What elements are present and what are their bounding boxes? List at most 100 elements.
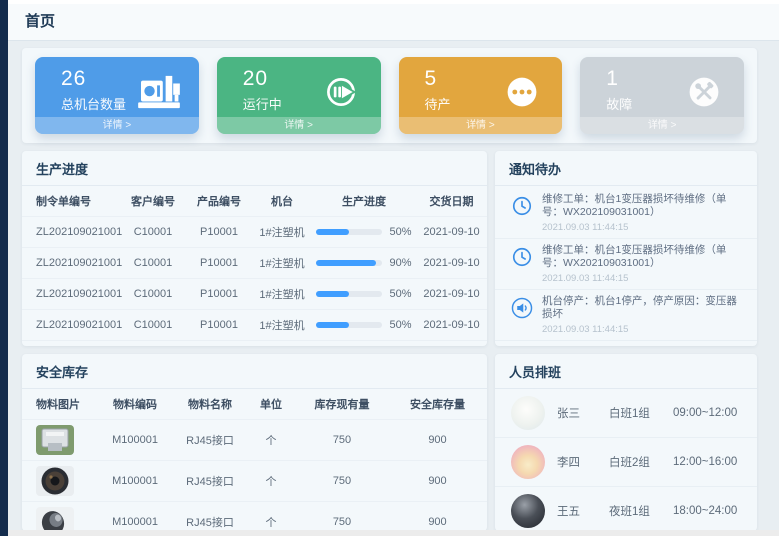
production-panel-title: 生产进度	[22, 151, 487, 186]
staff-shift: 白班2组	[609, 454, 673, 470]
production-progress-panel: 生产进度 制令单编号 客户编号 产品编号 机台 生产进度 交货日期	[22, 151, 487, 346]
staff-list: 张三 白班1组 09:00~12:00 李四 白班2组 12:00~16:00 …	[495, 389, 757, 530]
column-header: 单位	[246, 389, 296, 420]
column-header: 生产进度	[312, 186, 416, 217]
delivery-date: 2021-09-10	[416, 217, 487, 248]
sidebar-edge-strip[interactable]	[0, 0, 8, 536]
staff-shift: 白班1组	[609, 405, 673, 421]
material-code: M100001	[96, 502, 174, 531]
stock-row: M100001 RJ45接口 个 750 900	[22, 420, 487, 461]
staff-schedule-panel: 人员排班 张三 白班1组 09:00~12:00 李四 白班2组 12:00~1…	[495, 354, 757, 530]
stat-card-2[interactable]: 5 待产 详情 >	[399, 57, 563, 134]
dashboard-screen: 首页 26 总机台数量 详情 > 20 运行中 详情 > 5 待产 详情 >	[0, 0, 779, 536]
tab-home[interactable]: 首页	[8, 4, 55, 40]
production-row: ZL202109021001 C10001 P10001 1#注塑机 50% 2…	[22, 341, 487, 347]
notifications-panel-title: 通知待办	[495, 151, 757, 186]
machine-icon	[137, 74, 181, 110]
order-no: ZL202109021001	[22, 279, 120, 310]
staff-name: 张三	[557, 405, 609, 421]
safety-quantity: 900	[388, 502, 487, 531]
column-header: 客户编号	[120, 186, 186, 217]
customer-no: C10001	[120, 310, 186, 341]
staff-panel-title: 人员排班	[495, 354, 757, 389]
details-link[interactable]: 详情 >	[217, 117, 381, 134]
production-table: 制令单编号 客户编号 产品编号 机台 生产进度 交货日期 ZL202109021…	[22, 186, 487, 346]
staff-name: 李四	[557, 454, 609, 470]
details-link[interactable]: 详情 >	[580, 117, 744, 134]
staff-time-range: 09:00~12:00	[673, 407, 743, 419]
material-code: M100001	[96, 461, 174, 502]
material-name: RJ45接口	[174, 502, 246, 531]
staff-shift: 夜班1组	[609, 503, 673, 519]
details-link[interactable]: 详情 >	[35, 117, 199, 134]
speaker-side-image	[36, 507, 74, 530]
delivery-date: 2021-09-10	[416, 279, 487, 310]
staff-row: 李四 白班2组 12:00~16:00	[495, 437, 757, 486]
column-header: 库存现有量	[296, 389, 388, 420]
staff-row: 张三 白班1组 09:00~12:00	[495, 389, 757, 437]
delivery-date: 2021-09-10	[416, 341, 487, 347]
stat-card-1[interactable]: 20 运行中 详情 >	[217, 57, 381, 134]
safety-stock-table: 物料图片 物料编码 物料名称 单位 库存现有量 安全库存量 M100001 RJ…	[22, 389, 487, 530]
column-header: 交货日期	[416, 186, 487, 217]
stat-card-3[interactable]: 1 故障 详情 >	[580, 57, 744, 134]
notification-text: 维修工单：机台1变压器损坏待维修（单号：WX202109031001）	[542, 244, 745, 271]
speaker-front-image	[36, 466, 74, 496]
production-row: ZL202109021001 C10001 P10001 1#注塑机 50% 2…	[22, 310, 487, 341]
customer-no: C10001	[120, 341, 186, 347]
customer-no: C10001	[120, 248, 186, 279]
machine-name: 1#注塑机	[252, 310, 312, 341]
safety-stock-panel: 安全库存 物料图片 物料编码 物料名称 单位 库存现有量 安全库存量	[22, 354, 487, 530]
machine-name: 1#注塑机	[252, 341, 312, 347]
product-no: P10001	[186, 341, 252, 347]
notification-item[interactable]: 维修工单：机台1变压器损坏待维修（单号：WX202109031001） 2021…	[495, 238, 757, 289]
production-row: ZL202109021001 C10001 P10001 1#注塑机 90% 2…	[22, 248, 487, 279]
ellipsis-icon	[500, 74, 544, 110]
staff-name: 王五	[557, 503, 609, 519]
content-area: 26 总机台数量 详情 > 20 运行中 详情 > 5 待产 详情 > 1 故障	[8, 41, 779, 530]
machine-name: 1#注塑机	[252, 217, 312, 248]
material-code: M100001	[96, 420, 174, 461]
order-no: ZL202109021001	[22, 248, 120, 279]
production-row: ZL202109021001 C10001 P10001 1#注塑机 50% 2…	[22, 279, 487, 310]
column-header: 安全库存量	[388, 389, 487, 420]
notifications-panel: 通知待办 维修工单：机台1变压器损坏待维修（单号：WX202109031001）…	[495, 151, 757, 346]
delivery-date: 2021-09-10	[416, 310, 487, 341]
clock-icon	[511, 246, 533, 268]
stock-header-row: 物料图片 物料编码 物料名称 单位 库存现有量 安全库存量	[22, 389, 487, 420]
machine-name: 1#注塑机	[252, 248, 312, 279]
on-hand-quantity: 750	[296, 461, 388, 502]
notification-item[interactable]: 维修工单：机台1变压器损坏待维修（单号：WX202109031001） 2021…	[495, 188, 757, 238]
progress-percent: 50%	[389, 226, 411, 238]
machine-name: 1#注塑机	[252, 279, 312, 310]
notification-text: 维修工单：机台1变压器损坏待维修（单号：WX202109031001）	[542, 193, 745, 220]
clock-icon	[511, 195, 533, 217]
stock-row: M100001 RJ45接口 个 750 900	[22, 461, 487, 502]
safety-quantity: 900	[388, 420, 487, 461]
horizontal-scrollbar-track[interactable]	[8, 530, 779, 536]
notification-timestamp: 2021.09.03 11:44:15	[542, 222, 745, 233]
notification-item[interactable]: 机台停产：机台1停产，停产原因：变压器损坏 2021.09.03 11:44:1…	[495, 289, 757, 340]
order-no: ZL202109021001	[22, 341, 120, 347]
unit: 个	[246, 461, 296, 502]
stat-card-0[interactable]: 26 总机台数量 详情 >	[35, 57, 199, 134]
safety-quantity: 900	[388, 461, 487, 502]
avatar-pink	[511, 445, 545, 479]
stock-row: M100001 RJ45接口 个 750 900	[22, 502, 487, 531]
notification-item[interactable]: 计划暂停：机台1生产计划已暂停 2021.09.03 11:44:15	[495, 340, 757, 346]
progress-bar	[316, 260, 382, 266]
column-header: 产品编号	[186, 186, 252, 217]
details-link[interactable]: 详情 >	[399, 117, 563, 134]
product-no: P10001	[186, 279, 252, 310]
customer-no: C10001	[120, 279, 186, 310]
main-grid: 生产进度 制令单编号 客户编号 产品编号 机台 生产进度 交货日期	[22, 151, 757, 530]
notification-timestamp: 2021.09.03 11:44:15	[542, 324, 745, 335]
running-icon	[319, 74, 363, 110]
staff-time-range: 12:00~16:00	[673, 456, 743, 468]
on-hand-quantity: 750	[296, 420, 388, 461]
tab-bar: 首页	[8, 4, 779, 41]
notification-timestamp: 2021.09.03 11:44:15	[542, 273, 745, 284]
column-header: 物料图片	[22, 389, 96, 420]
order-no: ZL202109021001	[22, 217, 120, 248]
material-name: RJ45接口	[174, 420, 246, 461]
